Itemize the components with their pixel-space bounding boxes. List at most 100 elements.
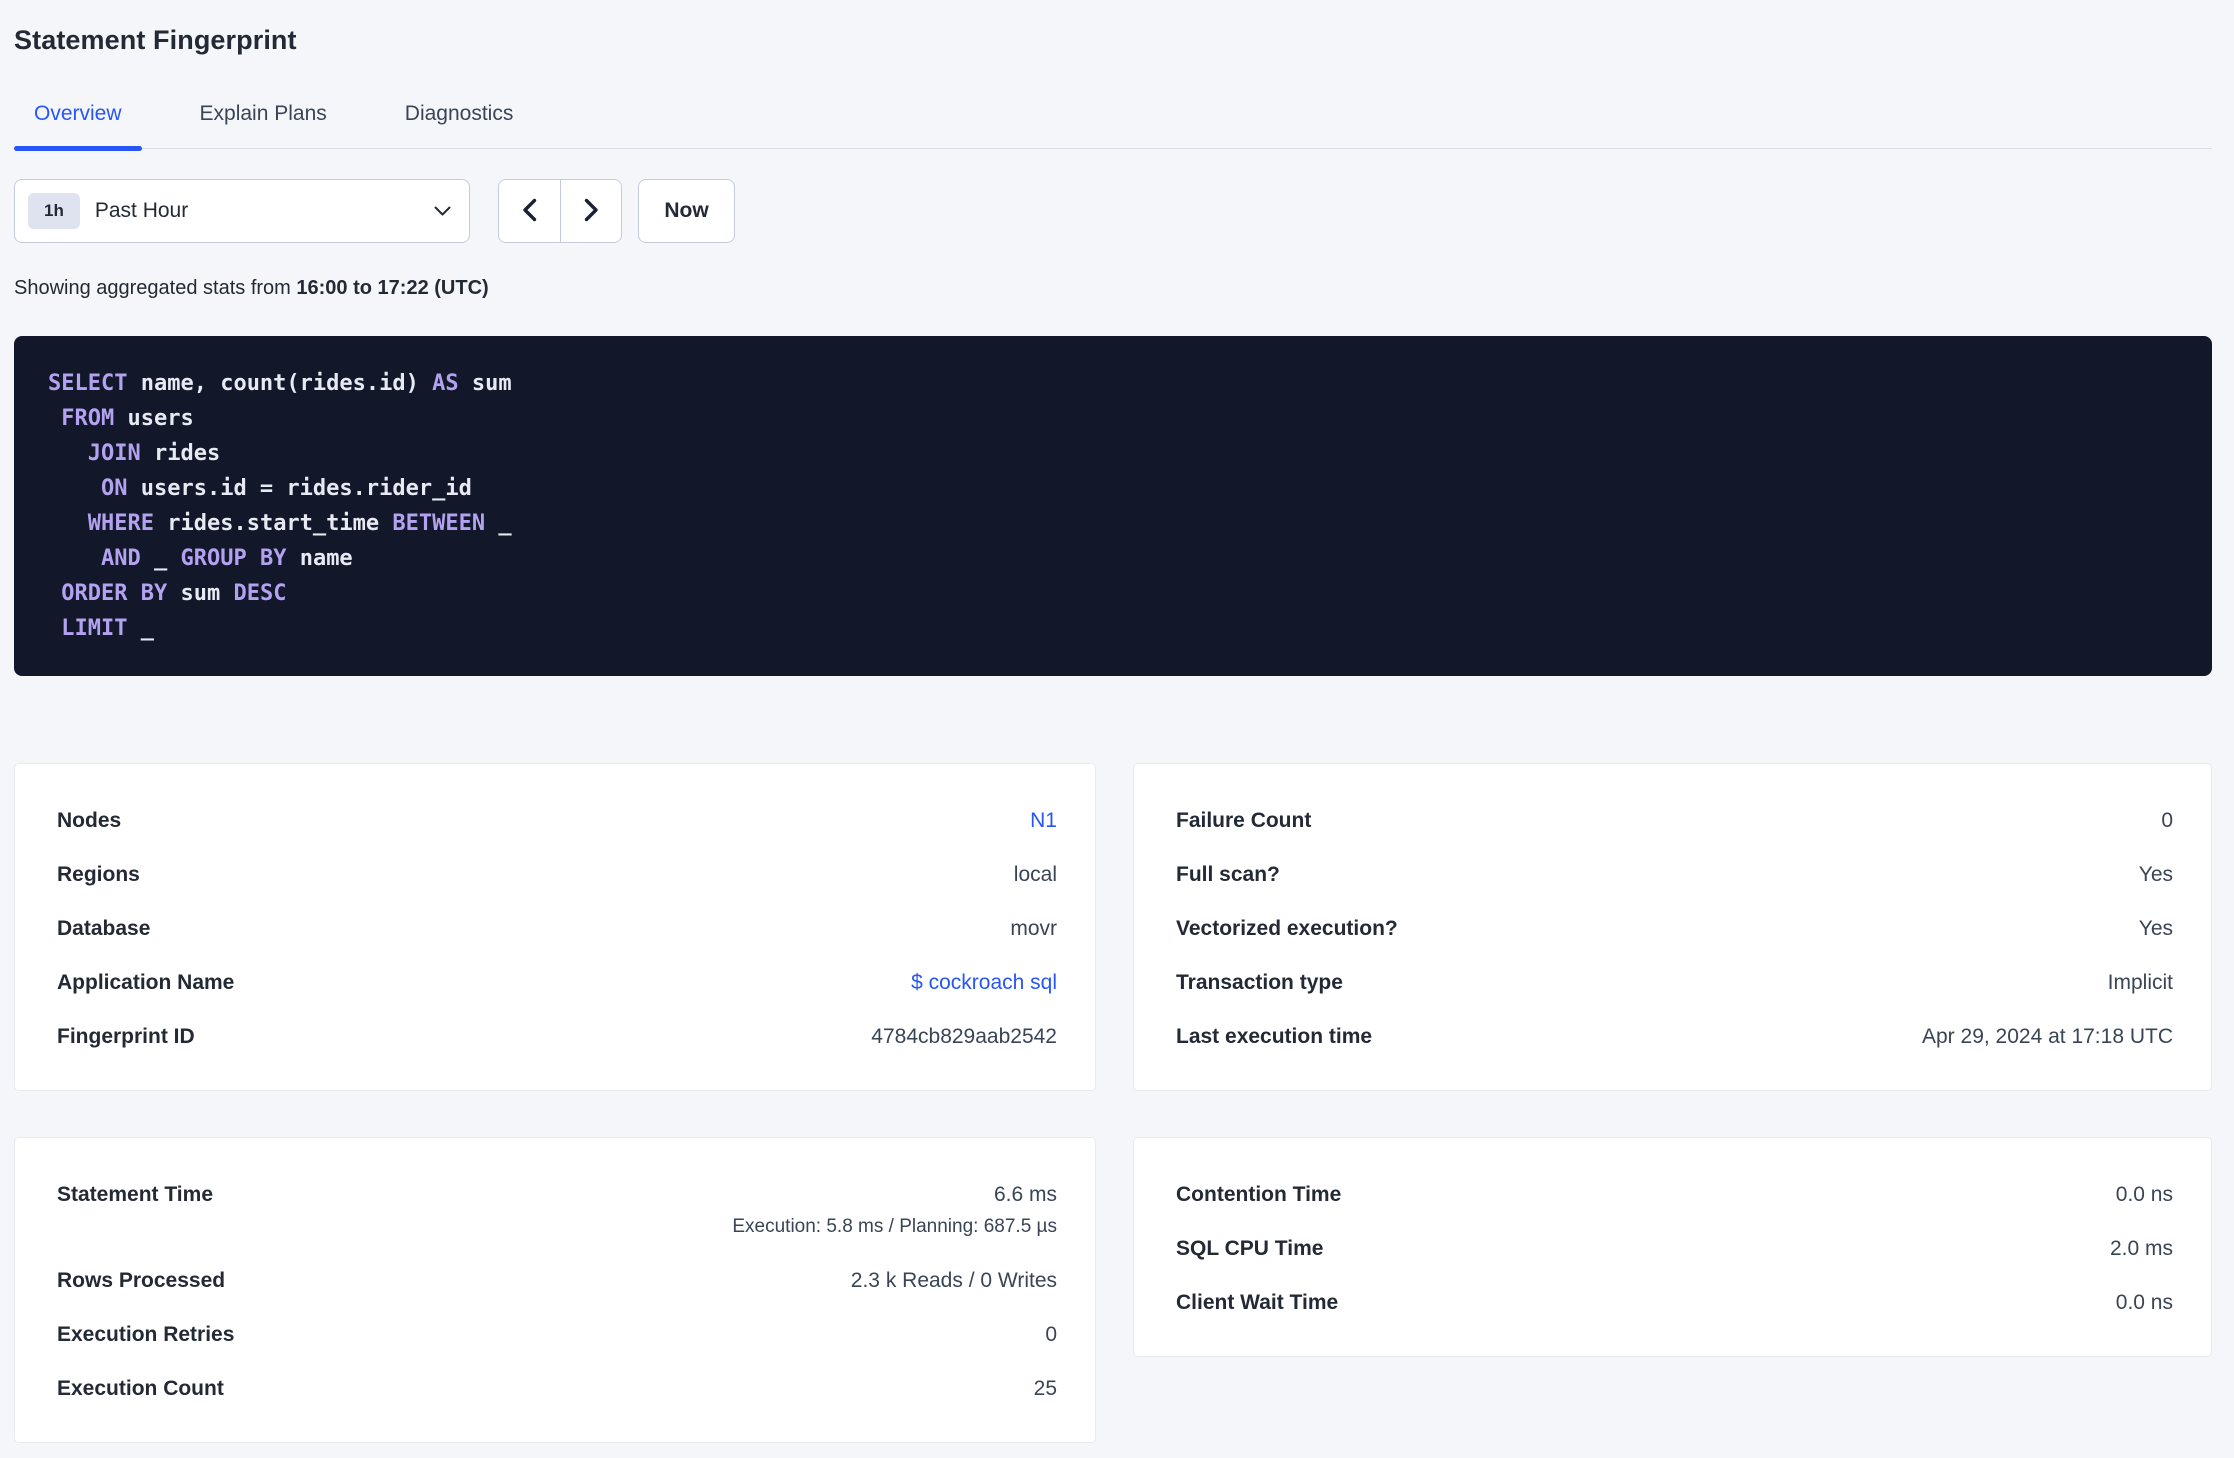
row-label: Database	[57, 917, 151, 940]
sql-line: AND _ GROUP BY name	[48, 541, 2178, 576]
sql-text: name, count(rides.id)	[127, 371, 433, 396]
row-label: Failure Count	[1176, 809, 1312, 832]
sql-text: rides	[140, 441, 221, 466]
tab-overview[interactable]: Overview	[14, 102, 142, 151]
row-value-wrap: 2.0 ms	[2110, 1236, 2173, 1262]
time-controls: 1h Past Hour Now	[14, 179, 2212, 243]
card-row: Transaction type Implicit	[1176, 970, 2173, 996]
row-value-link[interactable]: $ cockroach sql	[911, 970, 1057, 996]
card-row: Nodes N1	[57, 808, 1057, 834]
tab-diagnostics[interactable]: Diagnostics	[385, 102, 534, 148]
sql-keyword: FROM	[61, 406, 115, 431]
card-row: Execution Count 25	[57, 1376, 1057, 1402]
row-value-wrap: 0	[2161, 808, 2173, 834]
row-value-wrap: 4784cb829aab2542	[871, 1024, 1057, 1050]
interval-badge: 1h	[28, 193, 80, 229]
row-value: 4784cb829aab2542	[871, 1025, 1057, 1048]
row-value-wrap: Yes	[2139, 862, 2173, 888]
details-card-right: Failure Count 0 Full scan? Yes Vectorized ex…	[1133, 763, 2212, 1091]
row-value-wrap: 0.0 ns	[2116, 1182, 2173, 1208]
sql-keyword: ORDER BY	[61, 581, 168, 606]
time-stats-card: Contention Time 0.0 ns SQL CPU Time 2.0 ms C…	[1133, 1137, 2212, 1357]
row-label: Nodes	[57, 809, 122, 832]
row-value-wrap: movr	[1010, 916, 1057, 942]
aggregated-stats-line: Showing aggregated stats from 16:00 to 1…	[14, 277, 2212, 300]
time-interval-select[interactable]: 1h Past Hour	[14, 179, 470, 243]
sql-text: users	[114, 406, 194, 431]
card-row: Full scan? Yes	[1176, 862, 2173, 888]
card-row: Execution Retries 0	[57, 1322, 1057, 1348]
row-subvalue: Execution: 5.8 ms / Planning: 687.5 µs	[732, 1216, 1057, 1237]
chevron-right-icon	[584, 198, 599, 225]
row-value: 2.3 k Reads / 0 Writes	[850, 1269, 1057, 1292]
sql-text: name	[286, 546, 353, 571]
row-value-wrap: 0.0 ns	[2116, 1290, 2173, 1316]
sql-text: _	[127, 616, 154, 641]
sql-keyword: GROUP BY	[180, 546, 287, 571]
card-row: Vectorized execution? Yes	[1176, 916, 2173, 942]
sql-keyword: AND	[100, 546, 141, 571]
tab-bar: Overview Explain Plans Diagnostics	[14, 102, 2212, 151]
sql-line: FROM users	[48, 401, 2178, 436]
sql-keyword: BETWEEN	[392, 511, 486, 536]
card-row: Regions local	[57, 862, 1057, 888]
card-row: Contention Time 0.0 ns	[1176, 1182, 2173, 1208]
card-row: Failure Count 0	[1176, 808, 2173, 834]
card-row: Application Name $ cockroach sql	[57, 970, 1057, 996]
row-label: Client Wait Time	[1176, 1291, 1339, 1314]
summary-cards: Nodes N1 Regions local Database movr Applicati…	[14, 763, 2212, 1443]
row-value-wrap: Yes	[2139, 916, 2173, 942]
row-value: Implicit	[2107, 971, 2173, 994]
row-value: Yes	[2138, 917, 2173, 940]
statement-fingerprint-page: Statement Fingerprint Overview Explain Pl…	[0, 0, 2234, 1443]
sql-line: LIMIT _	[48, 611, 2178, 646]
card-row: Fingerprint ID 4784cb829aab2542	[57, 1024, 1057, 1050]
sql-line: WHERE rides.start_time BETWEEN _	[48, 506, 2178, 541]
row-value-wrap: Implicit	[2108, 970, 2173, 996]
row-label: Statement Time	[57, 1183, 213, 1206]
row-value-wrap: 0	[1045, 1322, 1057, 1348]
row-value: 25	[1033, 1377, 1057, 1400]
row-value: 0.0 ns	[2115, 1183, 2173, 1206]
next-interval-button[interactable]	[560, 180, 621, 242]
row-value-wrap: 25	[1034, 1376, 1057, 1402]
sql-keyword: SELECT	[48, 371, 128, 396]
row-label: Application Name	[57, 971, 235, 994]
tab-explain-plans[interactable]: Explain Plans	[180, 102, 347, 148]
card-row: Rows Processed 2.3 k Reads / 0 Writes	[57, 1268, 1057, 1294]
interval-arrow-group	[498, 179, 622, 243]
sql-keyword: LIMIT	[61, 616, 128, 641]
prev-interval-button[interactable]	[499, 180, 560, 242]
sql-text: sum	[458, 371, 512, 396]
stats-prefix: Showing aggregated stats from	[14, 277, 291, 299]
row-value: 0.0 ns	[2115, 1291, 2173, 1314]
sql-statement-code: SELECT name, count(rides.id) AS sum FROM…	[48, 366, 2178, 646]
chevron-left-icon	[522, 198, 537, 225]
sql-keyword: AS	[432, 371, 459, 396]
row-value: Apr 29, 2024 at 17:18 UTC	[1922, 1025, 2173, 1048]
now-button[interactable]: Now	[638, 179, 735, 243]
row-value: 2.0 ms	[2109, 1237, 2173, 1260]
sql-line: JOIN rides	[48, 436, 2178, 471]
sql-line: ORDER BY sum DESC	[48, 576, 2178, 611]
row-value-link[interactable]: N1	[1030, 808, 1057, 834]
row-label: Transaction type	[1176, 971, 1343, 994]
sql-keyword: ON	[100, 476, 128, 501]
row-value-wrap: 2.3 k Reads / 0 Writes	[851, 1268, 1057, 1294]
row-value: 6.6 ms	[993, 1183, 1057, 1206]
sql-line: ON users.id = rides.rider_id	[48, 471, 2178, 506]
row-value: local	[1013, 863, 1057, 886]
row-label: Vectorized execution?	[1176, 917, 1398, 940]
row-label: Contention Time	[1176, 1183, 1342, 1206]
sql-line: SELECT name, count(rides.id) AS sum	[48, 366, 2178, 401]
chevron-down-icon	[434, 206, 451, 216]
interval-label: Past Hour	[94, 199, 189, 222]
sql-text: _	[140, 546, 181, 571]
row-value: movr	[1010, 917, 1057, 940]
row-label: Last execution time	[1176, 1025, 1373, 1048]
card-row: SQL CPU Time 2.0 ms	[1176, 1236, 2173, 1262]
